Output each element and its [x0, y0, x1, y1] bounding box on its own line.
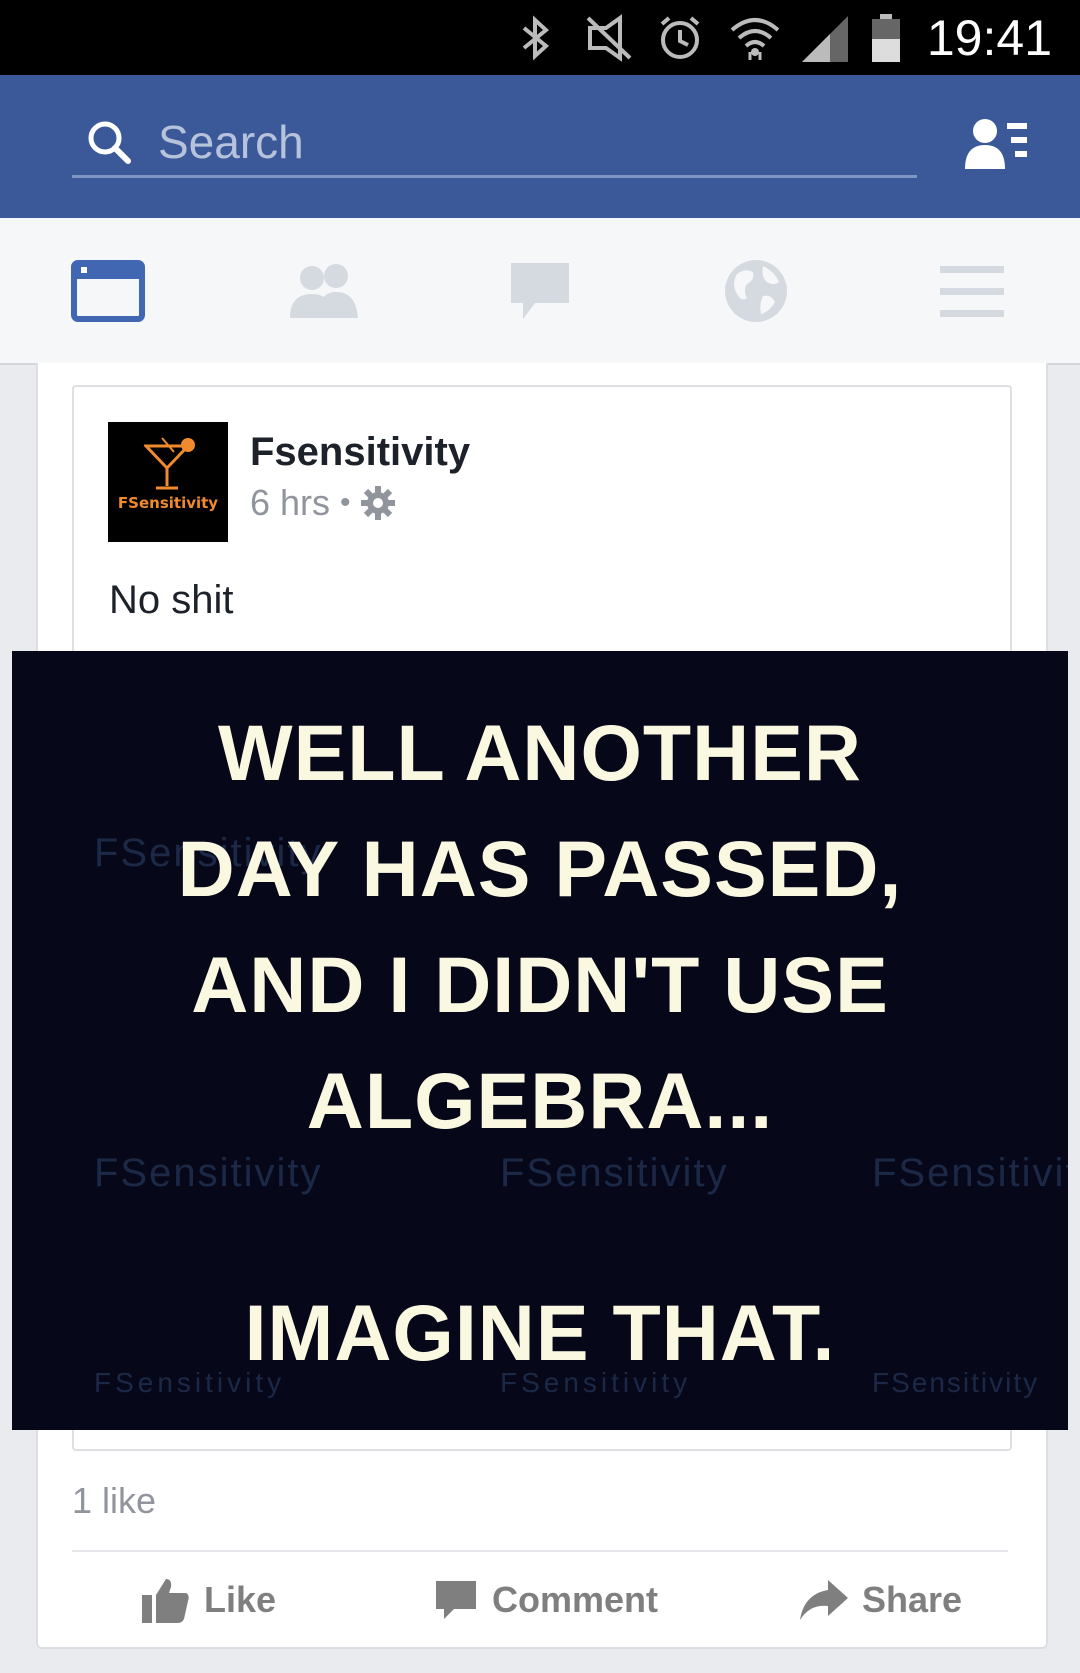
thumbs-up-icon: [142, 1579, 189, 1623]
vibrate-icon: [586, 14, 632, 62]
top-bar: [0, 75, 1080, 218]
search-bar[interactable]: [72, 111, 917, 178]
like-button[interactable]: Like: [142, 1570, 276, 1630]
share-button[interactable]: Share: [800, 1570, 962, 1630]
globe-icon: [725, 259, 787, 322]
like-label: Like: [204, 1579, 277, 1620]
tab-messages[interactable]: [432, 218, 648, 363]
wifi-icon: [730, 18, 780, 60]
bluetooth-icon: [522, 15, 550, 61]
search-icon[interactable]: [86, 119, 132, 165]
tab-notifications[interactable]: [648, 218, 864, 363]
tab-news-feed[interactable]: [0, 218, 216, 363]
post-author[interactable]: Fsensitivity: [250, 430, 470, 475]
meta-separator: •: [340, 486, 351, 519]
chat-icon: [511, 262, 569, 319]
page-avatar[interactable]: FSensitivity: [108, 422, 228, 542]
image-caption-line-2: DAY HAS PASSED,: [177, 824, 903, 913]
gear-icon: [360, 486, 395, 520]
news-feed-icon: [71, 259, 145, 322]
divider: [72, 1550, 1008, 1552]
contacts-icon[interactable]: [965, 117, 1029, 173]
friends-icon: [290, 263, 358, 318]
image-caption-line-4: ALGEBRA...: [306, 1056, 774, 1145]
comment-label: Comment: [492, 1579, 659, 1620]
status-bar: 19:41: [0, 0, 1080, 75]
share-label: Share: [862, 1579, 963, 1620]
post-meta: 6 hrs •: [250, 482, 395, 524]
tab-more[interactable]: [864, 218, 1080, 363]
comment-icon: [436, 1581, 476, 1619]
post-image[interactable]: FSensitivity FSensitivity FSensitivity F…: [12, 651, 1068, 1430]
image-caption-line-3: AND I DIDN'T USE: [191, 940, 889, 1029]
alarm-icon: [660, 16, 700, 59]
cocktail-logo-icon: [144, 437, 195, 490]
tab-bar: [0, 218, 1080, 365]
image-caption-line-1: WELL ANOTHER: [218, 708, 862, 797]
post-timestamp[interactable]: 6 hrs: [250, 482, 330, 524]
battery-icon: [872, 14, 900, 62]
signal-icon: [802, 16, 848, 62]
image-caption-line-5: IMAGINE THAT.: [244, 1288, 836, 1377]
clock: 19:41: [926, 10, 1052, 66]
post-text: No shit: [109, 578, 234, 622]
search-input[interactable]: [156, 111, 900, 173]
avatar-logo-text: FSensitivity: [117, 494, 219, 512]
like-count[interactable]: 1 like: [72, 1480, 156, 1522]
share-arrow-icon: [800, 1580, 848, 1620]
tab-friend-requests[interactable]: [216, 218, 432, 363]
comment-button[interactable]: Comment: [434, 1570, 658, 1630]
menu-icon: [940, 265, 1004, 317]
